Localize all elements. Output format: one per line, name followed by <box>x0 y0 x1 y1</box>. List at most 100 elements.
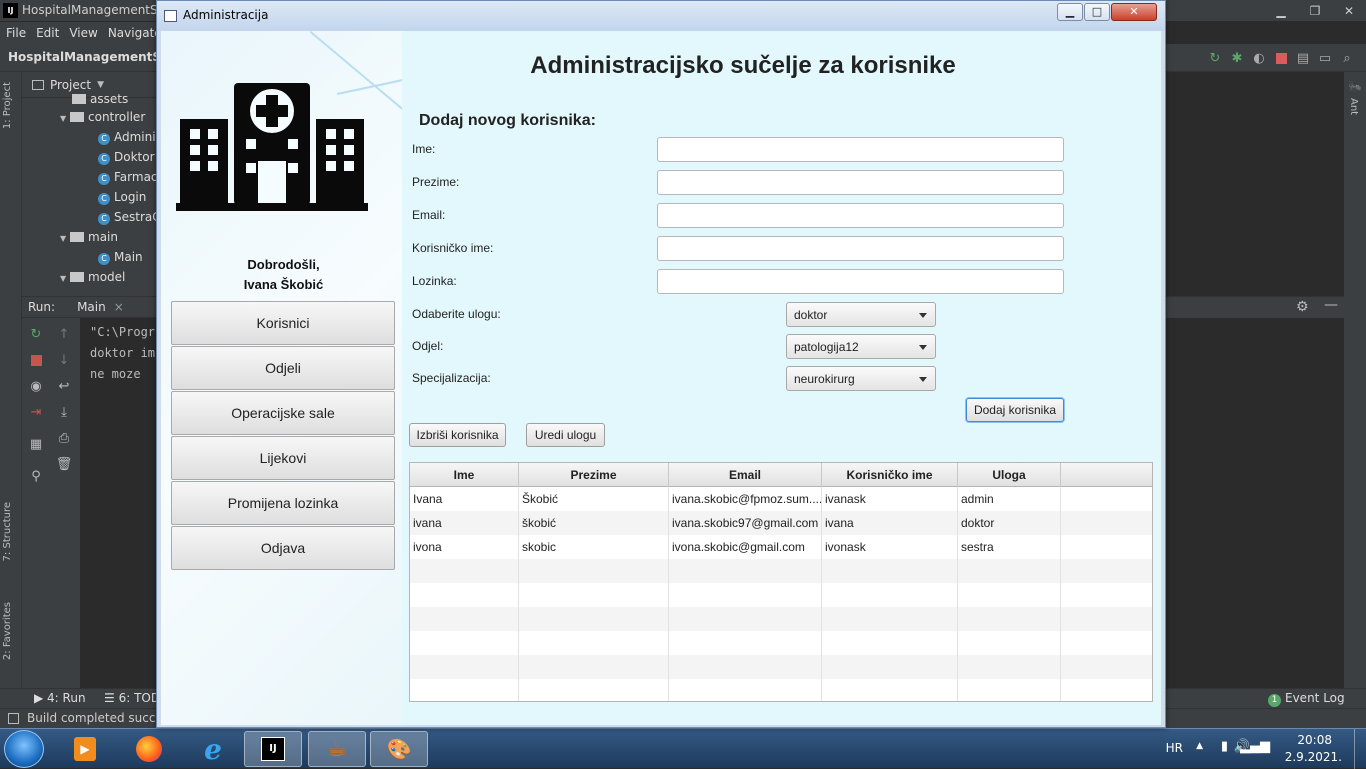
scroll-to-end-icon[interactable]: ⤓ <box>56 404 72 420</box>
run-tab-main[interactable]: Main <box>77 300 106 314</box>
rerun-icon[interactable]: ↻ <box>1206 49 1224 67</box>
todo-tool-tab[interactable]: ☰ 6: TOD <box>104 691 160 705</box>
tree-item-model[interactable]: ▼ model <box>60 270 125 284</box>
maximize-button[interactable]: □ <box>1084 3 1110 21</box>
column-header-prezime[interactable]: Prezime <box>519 463 669 487</box>
nav-operacijske-sale-button[interactable]: Operacijske sale <box>171 391 395 435</box>
stop-icon[interactable] <box>1272 49 1290 67</box>
project-structure-icon[interactable]: ▤ <box>1294 49 1312 67</box>
tree-item-login-class[interactable]: C Login <box>98 190 146 205</box>
email-input[interactable] <box>657 203 1064 228</box>
dialog-title-bar[interactable]: Administracija ▁ □ ✕ <box>157 1 1165 31</box>
camera-icon[interactable]: ◉ <box>28 378 44 394</box>
search-everywhere-icon[interactable]: ⌕ <box>1338 49 1356 67</box>
ide-minimize-button[interactable]: ▁ <box>1264 0 1298 22</box>
tree-item-doktor-class[interactable]: C Doktor <box>98 150 155 165</box>
java-taskbar-button[interactable]: ☕ <box>308 731 366 767</box>
show-desktop-button[interactable] <box>1354 729 1366 769</box>
tree-item-admin-class[interactable]: C Admini <box>98 130 156 145</box>
lozinka-input[interactable] <box>657 269 1064 294</box>
nav-odjava-button[interactable]: Odjava <box>171 526 395 570</box>
coverage-icon[interactable]: ◐ <box>1250 49 1268 67</box>
ant-icon: 🐜 <box>1348 80 1362 93</box>
specijalizacija-select[interactable]: neurokirurg <box>786 366 936 391</box>
soft-wrap-icon[interactable]: ↩ <box>56 378 72 394</box>
ide-close-button[interactable]: ✕ <box>1332 0 1366 22</box>
network-icon[interactable]: ▂▄▆ <box>1240 739 1270 754</box>
uloga-select[interactable]: doktor <box>786 302 936 327</box>
menu-view[interactable]: View <box>69 26 97 40</box>
favorites-tool-tab[interactable]: 2: Favorites <box>2 602 13 660</box>
run-console[interactable]: "C:\Progr doktor im ne moze <box>80 318 156 688</box>
intellij-taskbar-button[interactable]: IJ <box>244 731 302 767</box>
column-header-email[interactable]: Email <box>669 463 822 487</box>
debug-bug-icon[interactable]: ✱ <box>1228 49 1246 67</box>
layout-icon[interactable]: ▭ <box>1316 49 1334 67</box>
prezime-input[interactable] <box>657 170 1064 195</box>
stop-icon[interactable] <box>28 352 44 368</box>
internet-explorer-taskbar-button[interactable]: e <box>184 731 242 767</box>
table-row[interactable]: ivana škobić ivana.skobic97@gmail.com iv… <box>410 511 1152 535</box>
tray-expand-icon[interactable]: ▲ <box>1196 741 1203 751</box>
rerun-icon[interactable]: ↻ <box>28 326 44 342</box>
nav-odjeli-button[interactable]: Odjeli <box>171 346 395 390</box>
event-log-tab[interactable]: 1 Event Log <box>1268 691 1345 707</box>
battery-icon[interactable]: ▮ <box>1221 739 1228 754</box>
print-icon[interactable]: ⎙ <box>56 430 72 446</box>
exit-icon[interactable]: ⇥ <box>28 404 44 420</box>
table-row[interactable]: ivona skobic ivona.skobic@gmail.com ivon… <box>410 535 1152 559</box>
structure-tool-tab[interactable]: 7: Structure <box>2 502 13 561</box>
add-user-button[interactable]: Dodaj korisnika <box>966 398 1064 422</box>
pin-icon[interactable]: ⚲ <box>28 468 44 484</box>
tree-item-assets[interactable]: assets <box>72 92 128 104</box>
column-header-ime[interactable]: Ime <box>410 463 519 487</box>
nav-korisnici-button[interactable]: Korisnici <box>171 301 395 345</box>
gear-icon[interactable]: ⚙ <box>1296 299 1309 315</box>
uloga-value: doktor <box>794 308 828 322</box>
close-button[interactable]: ✕ <box>1111 3 1157 21</box>
column-header-korisnicko-ime[interactable]: Korisničko ime <box>822 463 958 487</box>
arrow-up-icon[interactable]: ↑ <box>56 326 72 342</box>
email-label: Email: <box>412 208 446 222</box>
edit-role-button[interactable]: Uredi ulogu <box>526 423 605 447</box>
input-language[interactable]: HR <box>1166 741 1183 755</box>
trash-icon[interactable]: 🗑 <box>56 456 73 472</box>
table-row[interactable]: Ivana Škobić ivana.skobic@fpmoz.sum.... … <box>410 487 1152 511</box>
close-icon[interactable]: × <box>114 300 124 314</box>
run-tool-tab[interactable]: ▶ 4: Run <box>34 691 86 705</box>
odjel-select[interactable]: patologija12 <box>786 334 936 359</box>
nav-lijekovi-button[interactable]: Lijekovi <box>171 436 395 480</box>
lozinka-label: Lozinka: <box>412 274 457 288</box>
menu-navigate[interactable]: Navigate <box>108 26 162 40</box>
class-icon: C <box>98 133 110 145</box>
ime-input[interactable] <box>657 137 1064 162</box>
project-tool-tab[interactable]: 1: Project <box>2 82 13 129</box>
korisnicko-ime-input[interactable] <box>657 236 1064 261</box>
tree-item-main-folder[interactable]: ▼ main <box>60 230 118 244</box>
firefox-taskbar-button[interactable] <box>120 731 178 767</box>
minimize-panel-icon[interactable]: — <box>1324 297 1338 313</box>
ant-tool-tab[interactable]: Ant <box>1348 98 1359 115</box>
column-header-uloga[interactable]: Uloga <box>958 463 1061 487</box>
arrow-down-icon[interactable]: ↓ <box>56 352 72 368</box>
tree-item-farmac-class[interactable]: C Farmac <box>98 170 158 185</box>
clock-time[interactable]: 20:08 <box>1297 733 1332 747</box>
menu-edit[interactable]: Edit <box>36 26 59 40</box>
delete-user-button[interactable]: Izbriši korisnika <box>409 423 506 447</box>
ide-maximize-button[interactable]: ❐ <box>1298 0 1332 22</box>
cell-ime: ivona <box>410 535 519 559</box>
clock-date[interactable]: 2.9.2021. <box>1285 750 1342 764</box>
tree-item-controller[interactable]: ▼ controller <box>60 110 145 124</box>
users-table[interactable]: Ime Prezime Email Korisničko ime Uloga I… <box>409 462 1153 702</box>
layout-icon[interactable]: ▦ <box>28 436 44 452</box>
tree-item-sestra-class[interactable]: C SestraC <box>98 210 161 225</box>
menu-file[interactable]: File <box>6 26 26 40</box>
minimize-button[interactable]: ▁ <box>1057 3 1083 21</box>
cell-prezime: Škobić <box>519 487 669 511</box>
media-player-taskbar-button[interactable]: ▶ <box>56 731 114 767</box>
tree-item-main-class[interactable]: C Main <box>98 250 143 265</box>
start-button[interactable] <box>4 730 44 768</box>
project-breadcrumb[interactable]: HospitalManagementS <box>8 50 161 64</box>
paint-taskbar-button[interactable]: 🎨 <box>370 731 428 767</box>
nav-promijena-lozinka-button[interactable]: Promijena lozinka <box>171 481 395 525</box>
